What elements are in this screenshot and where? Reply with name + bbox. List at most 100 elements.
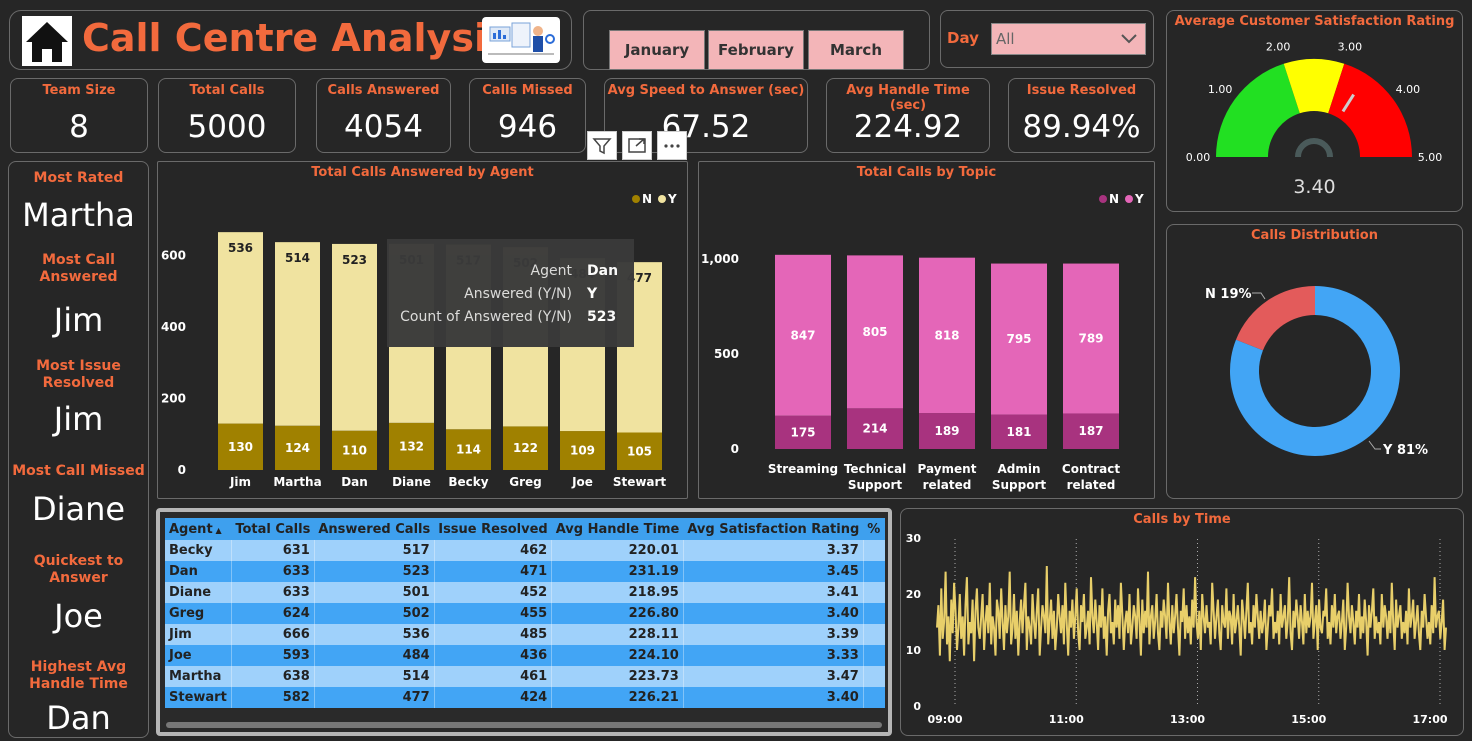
y-tick-label: 0 xyxy=(731,442,739,456)
table-cell: 80.48% xyxy=(863,624,885,645)
x-tick-label: Admin Support xyxy=(992,462,1047,492)
table-row[interactable]: Diane633501452218.953.4179.15% xyxy=(165,582,885,603)
table-cell: Diane xyxy=(165,582,232,603)
tooltip-key: Count of Answered (Y/N) xyxy=(400,309,572,325)
kpi-label: Calls Missed xyxy=(482,83,573,98)
tooltip-key: Agent xyxy=(530,263,572,279)
table-cell: 228.11 xyxy=(551,624,684,645)
kpi-value: 224.92 xyxy=(853,109,963,145)
kpi-label: Avg Speed to Answer (sec) xyxy=(607,83,805,98)
x-tick-label: 13:00 xyxy=(1170,713,1205,726)
bar-label-n: 110 xyxy=(342,443,367,457)
bar-label-y: 789 xyxy=(1078,332,1103,346)
horizontal-scrollbar[interactable] xyxy=(166,722,882,728)
home-icon xyxy=(22,16,72,66)
kpi-label: Calls Answered xyxy=(327,83,440,98)
legend-swatch-n xyxy=(632,195,640,203)
column-header[interactable]: % Call Answered xyxy=(863,518,885,540)
gauge-tick-label: 4.00 xyxy=(1396,83,1421,96)
kpi-value: 4054 xyxy=(344,109,423,145)
table-cell: 3.45 xyxy=(683,561,864,582)
y-tick-label: 20 xyxy=(906,588,922,601)
legend-label-n: N xyxy=(1109,192,1119,206)
tooltip-key: Answered (Y/N) xyxy=(464,286,572,302)
kpi-card-calls-answered: Calls Answered 4054 xyxy=(316,78,451,153)
table-cell: 226.21 xyxy=(551,687,684,708)
bar-label-n: 181 xyxy=(1006,425,1031,439)
column-header[interactable]: Avg Satisfaction Rating xyxy=(683,518,864,540)
legend-label-y: Y xyxy=(667,192,677,206)
legend-swatch-y xyxy=(1125,195,1133,203)
kpi-label: Issue Resolved xyxy=(1026,83,1137,98)
table-cell: 81.62% xyxy=(863,645,885,666)
y-tick-label: 0 xyxy=(178,463,186,477)
bar-label-n: 105 xyxy=(627,444,652,458)
table-row[interactable]: Becky631517462220.013.3781.93% xyxy=(165,540,885,561)
table-cell: 3.39 xyxy=(683,624,864,645)
table-cell: 226.80 xyxy=(551,603,684,624)
month-slicer: January February March xyxy=(583,10,930,70)
table-cell: 593 xyxy=(231,645,315,666)
day-dropdown[interactable]: All xyxy=(991,23,1146,55)
table-cell: 3.41 xyxy=(683,582,864,603)
x-tick-label: Technical Support xyxy=(844,462,906,492)
kpi-card-total-calls: Total Calls 5000 xyxy=(158,78,296,153)
column-header[interactable]: Issue Resolved xyxy=(434,518,552,540)
day-filter-panel: Day All xyxy=(940,10,1154,68)
gauge-tick-label: 5.00 xyxy=(1418,151,1443,164)
kpi-value: 89.94% xyxy=(1022,109,1141,145)
kpi-label: Total Calls xyxy=(189,83,265,98)
column-header[interactable]: Agent ▲ xyxy=(165,518,232,540)
bar-label-n: 187 xyxy=(1078,424,1103,438)
y-tick-label: 1,000 xyxy=(701,252,739,266)
table-row[interactable]: Jim666536485228.113.3980.48% xyxy=(165,624,885,645)
agent-table-panel: Agent ▲ Total Calls Answered Calls Issue Re… xyxy=(156,508,892,736)
table-cell: 452 xyxy=(434,582,553,603)
gauge-panel: Average Customer Satisfaction Rating 0.0… xyxy=(1166,10,1463,212)
home-button[interactable] xyxy=(22,16,72,66)
table-row[interactable]: Joe593484436224.103.3381.62% xyxy=(165,645,885,666)
x-tick-label: 17:00 xyxy=(1412,713,1447,726)
chevron-down-icon xyxy=(1121,34,1137,44)
table-row[interactable]: Stewart582477424226.213.4081.96% xyxy=(165,687,885,708)
table-cell: 666 xyxy=(231,624,315,645)
table-cell: 80.45% xyxy=(863,603,885,624)
month-button-march[interactable]: March xyxy=(808,30,904,70)
table-row[interactable]: Dan633523471231.193.4582.62% xyxy=(165,561,885,582)
table-cell: 455 xyxy=(434,603,553,624)
bar-label-n: 130 xyxy=(228,440,253,454)
month-button-february[interactable]: February xyxy=(708,30,804,70)
kpi-card-issue-resolved: Issue Resolved 89.94% xyxy=(1008,78,1155,153)
table-row[interactable]: Greg624502455226.803.4080.45% xyxy=(165,603,885,624)
bar-label-y: 818 xyxy=(934,328,959,342)
table-cell: 3.40 xyxy=(683,603,864,624)
month-button-january[interactable]: January xyxy=(609,30,705,70)
filter-button[interactable] xyxy=(587,131,617,160)
sidebar-value: Martha xyxy=(22,196,135,234)
column-header[interactable]: Avg Handle Time xyxy=(551,518,684,540)
donut-label-y: Y 81% xyxy=(1382,443,1428,458)
more-options-button[interactable] xyxy=(657,131,687,160)
y-tick-label: 400 xyxy=(161,320,186,334)
bar-label-y: 523 xyxy=(342,253,367,267)
table-cell: Joe xyxy=(165,645,232,666)
x-tick-label: Payment related xyxy=(918,462,977,492)
logo-image xyxy=(482,17,560,63)
table-cell: Jim xyxy=(165,624,232,645)
legend-label-y: Y xyxy=(1134,192,1144,206)
column-header[interactable]: Answered Calls xyxy=(314,518,435,540)
kpi-card-avg-handle-time: Avg Handle Time (sec) 224.92 xyxy=(826,78,990,153)
x-tick-label: Stewart xyxy=(613,475,667,489)
table-cell: 3.37 xyxy=(683,540,864,561)
tooltip-value: 523 xyxy=(587,309,617,325)
table-cell: 81.93% xyxy=(863,540,885,561)
x-tick-label: Contract related xyxy=(1062,462,1120,492)
table-row[interactable]: Martha638514461223.733.4780.56% xyxy=(165,666,885,687)
kpi-value: 5000 xyxy=(187,109,267,145)
table-cell: 484 xyxy=(314,645,435,666)
table-cell: 220.01 xyxy=(551,540,684,561)
column-header[interactable]: Total Calls xyxy=(231,518,315,540)
table-cell: 523 xyxy=(314,561,435,582)
focus-mode-button[interactable] xyxy=(622,131,652,160)
table-cell: 462 xyxy=(434,540,553,561)
